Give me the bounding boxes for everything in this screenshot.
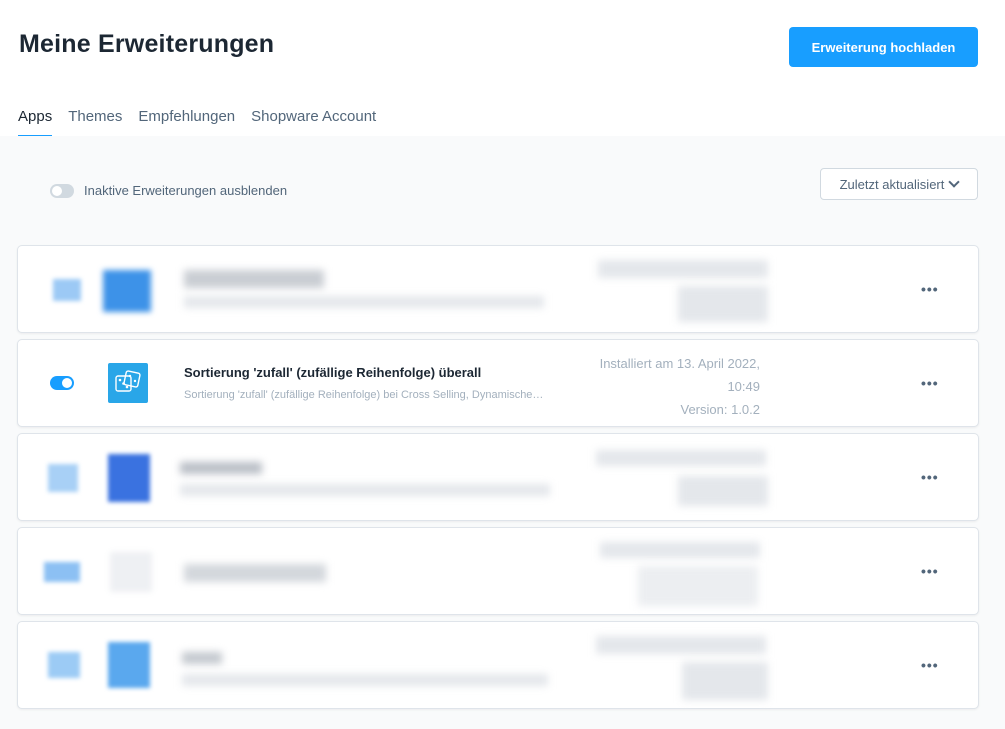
extension-active-switch[interactable] [50, 376, 74, 390]
obscured-meta [682, 662, 768, 700]
obscured-meta [638, 566, 758, 606]
sort-select[interactable]: Zuletzt aktualisiert [820, 168, 978, 200]
more-options-button[interactable]: ••• [921, 470, 939, 484]
extension-card: ••• [17, 433, 979, 521]
tab-apps[interactable]: Apps [18, 104, 53, 137]
extension-card: ••• [17, 527, 979, 615]
tab-recommendations[interactable]: Empfehlungen [138, 104, 235, 136]
upload-extension-button[interactable]: Erweiterung hochladen [789, 27, 978, 67]
obscured-switch [48, 652, 80, 678]
obscured-meta [678, 476, 768, 506]
extension-description: Sortierung 'zufall' (zufällige Reihenfol… [184, 389, 544, 401]
more-options-button[interactable]: ••• [921, 658, 939, 672]
sort-select-value: Zuletzt aktualisiert [839, 176, 945, 192]
obscured-switch [44, 562, 80, 582]
more-options-button[interactable]: ••• [921, 376, 939, 390]
obscured-app-icon [110, 552, 152, 592]
dice-icon [108, 363, 148, 403]
installed-time: 10:49 [727, 379, 760, 394]
hide-inactive-switch[interactable] [50, 183, 74, 198]
page-title: Meine Erweiterungen [19, 30, 275, 58]
extension-version: Version: 1.0.2 [680, 402, 761, 417]
hide-inactive-filter[interactable]: Inaktive Erweiterungen ausblenden [50, 183, 287, 198]
chevron-down-icon [948, 176, 961, 188]
page-header: Meine Erweiterungen Erweiterung hochlade… [0, 0, 1005, 137]
extension-name: Sortierung 'zufall' (zufällige Reihenfol… [184, 365, 482, 380]
extension-meta: Installiert am 13. April 2022, 10:49 Ver… [600, 352, 760, 421]
more-options-button[interactable]: ••• [921, 564, 939, 578]
obscured-meta [596, 450, 766, 466]
obscured-meta [678, 286, 768, 322]
obscured-app-name [182, 652, 222, 664]
obscured-meta [596, 636, 766, 654]
tab-themes[interactable]: Themes [68, 104, 122, 136]
installed-date: Installiert am 13. April 2022, [599, 356, 760, 371]
tab-shopware-account[interactable]: Shopware Account [251, 104, 376, 136]
obscured-app-icon [103, 270, 151, 312]
obscured-app-description [180, 484, 550, 496]
obscured-app-description [184, 296, 544, 308]
more-options-button[interactable]: ••• [921, 282, 939, 296]
extension-card: Sortierung 'zufall' (zufällige Reihenfol… [17, 339, 979, 427]
obscured-app-name [184, 270, 324, 288]
obscured-switch [48, 464, 78, 492]
obscured-meta [600, 542, 760, 558]
obscured-app-name [184, 564, 326, 582]
extension-card: ••• [17, 245, 979, 333]
obscured-app-name [180, 462, 262, 474]
obscured-app-icon [108, 454, 150, 502]
extension-card: ••• [17, 621, 979, 709]
obscured-switch [53, 279, 81, 301]
obscured-app-icon [108, 642, 150, 688]
hide-inactive-label: Inaktive Erweiterungen ausblenden [84, 183, 288, 198]
obscured-meta [598, 260, 768, 278]
obscured-app-description [182, 674, 548, 686]
tab-bar: Apps Themes Empfehlungen Shopware Accoun… [18, 104, 392, 137]
